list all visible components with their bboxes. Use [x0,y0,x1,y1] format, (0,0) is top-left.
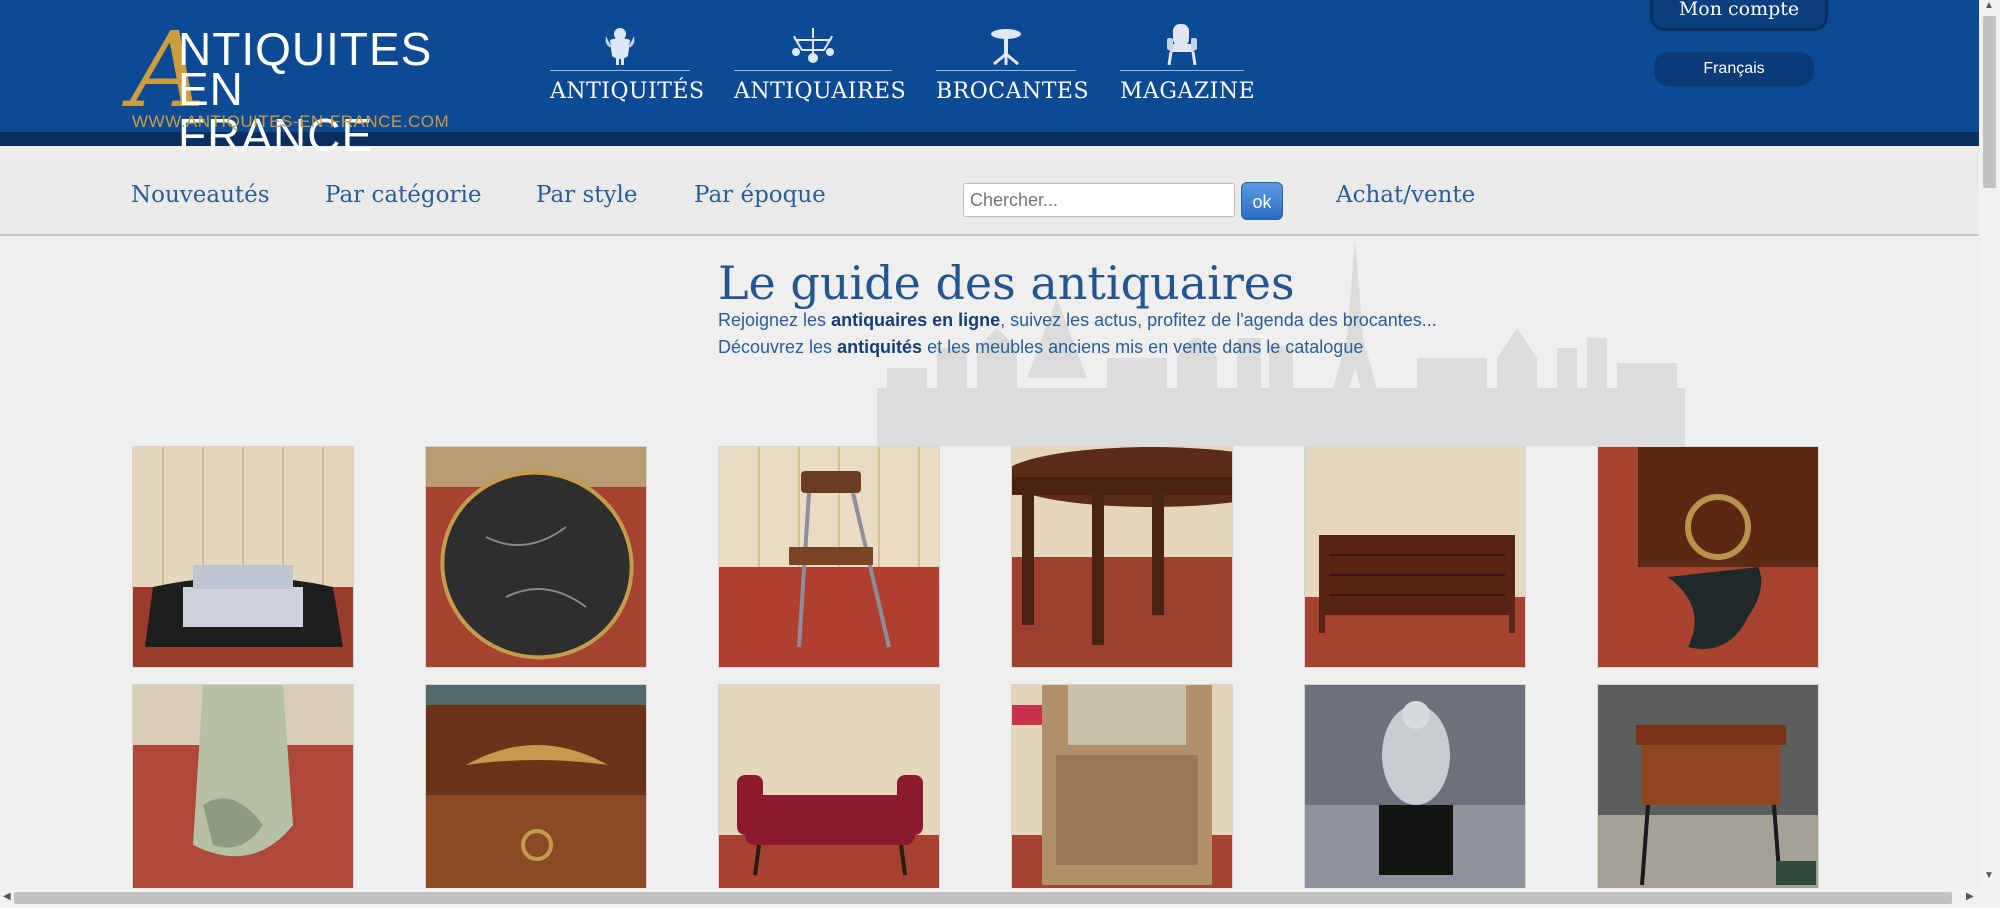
round-table-image [1012,447,1232,667]
guide-intro-line1: Rejoignez les antiquaires en ligne, suiv… [718,310,1437,330]
armchair-icon [1120,22,1244,66]
sub-nav-achat-vente[interactable]: Achat/vente [1336,182,1475,208]
scroll-up-icon[interactable]: ▲ [1984,0,1994,11]
site-header: A NTIQUITES EN FRANCE WWW.ANTIQUITES-EN-… [0,0,1979,158]
product-thumbnail[interactable] [1011,684,1233,906]
marble-tabletop-image [426,447,646,667]
vertical-scroll-thumb[interactable] [1983,16,1996,188]
main-nav: ANTIQUITÉS ANTIQUAIRES BROCANTES MAGAZIN… [550,22,1288,104]
marquetry-table-image [1598,685,1818,889]
product-thumbnail[interactable] [718,684,940,906]
product-thumbnail[interactable] [1304,446,1526,668]
product-thumbnail[interactable] [1597,446,1819,668]
gueridon-table-icon [936,22,1076,66]
carved-foot-image [133,685,353,889]
sub-nav-nouveautes[interactable]: Nouveautés [131,182,270,208]
scroll-down-icon[interactable]: ▼ [1984,870,1994,881]
search-input[interactable] [963,183,1235,217]
chest-of-drawers-image [1305,447,1525,667]
logo-url: WWW.ANTIQUITES-EN-FRANCE.COM [132,112,450,131]
main-nav-label: BROCANTES [936,79,1090,104]
antiquaires-en-ligne-link[interactable]: antiquaires en ligne [831,310,1000,330]
guide-title: Le guide des antiquaires [718,256,1295,310]
site-logo[interactable]: A NTIQUITES EN FRANCE WWW.ANTIQUITES-EN-… [130,18,450,158]
gilt-mount-image [426,685,646,889]
horizontal-scroll-thumb[interactable] [14,892,1952,904]
main-nav-magazine[interactable]: MAGAZINE [1120,22,1256,104]
main-nav-antiquaires[interactable]: ANTIQUAIRES [734,22,907,104]
velvet-banquette-image [719,685,939,889]
horizontal-scrollbar[interactable]: ◀ ▶ [0,888,2000,908]
pet-bed-image [133,447,353,667]
product-thumbnail[interactable] [425,446,647,668]
scroll-right-icon[interactable]: ▶ [1966,891,1974,902]
product-thumbnail[interactable] [132,446,354,668]
search-ok-button[interactable]: ok [1241,182,1283,220]
sub-nav: Nouveautés Par catégorie Par style Par é… [0,160,1979,236]
main-nav-label: ANTIQUAIRES [734,79,907,104]
scroll-left-icon[interactable]: ◀ [3,891,11,902]
main-nav-label: MAGAZINE [1120,79,1256,104]
guide-intro-line2: Découvrez les antiquités et les meubles … [718,337,1364,357]
product-thumbnail[interactable] [132,684,354,906]
folding-chair-image [719,447,939,667]
vertical-scrollbar[interactable]: ▲ ▼ [1979,0,2000,888]
main-nav-antiquites[interactable]: ANTIQUITÉS [550,22,705,104]
sub-nav-par-epoque[interactable]: Par époque [694,182,826,208]
vitrine-cabinet-image [1012,685,1232,889]
product-thumbnail[interactable] [425,684,647,906]
chandelier-icon [734,22,892,66]
language-selector[interactable]: Français [1654,52,1814,86]
sub-nav-par-style[interactable]: Par style [536,182,637,208]
main-nav-label: ANTIQUITÉS [550,79,705,104]
account-button[interactable]: Mon compte [1650,0,1828,31]
gilt-ornament-image [1598,447,1818,667]
product-thumbnail[interactable] [1597,684,1819,906]
product-thumbnail[interactable] [1011,446,1233,668]
product-thumbnail[interactable] [1304,684,1526,906]
antiquites-link[interactable]: antiquités [837,337,922,357]
cherub-icon [550,22,690,66]
silver-statue-image [1305,685,1525,889]
sub-nav-par-categorie[interactable]: Par catégorie [325,182,481,208]
main-nav-brocantes[interactable]: BROCANTES [936,22,1090,104]
product-thumbnail[interactable] [718,446,940,668]
